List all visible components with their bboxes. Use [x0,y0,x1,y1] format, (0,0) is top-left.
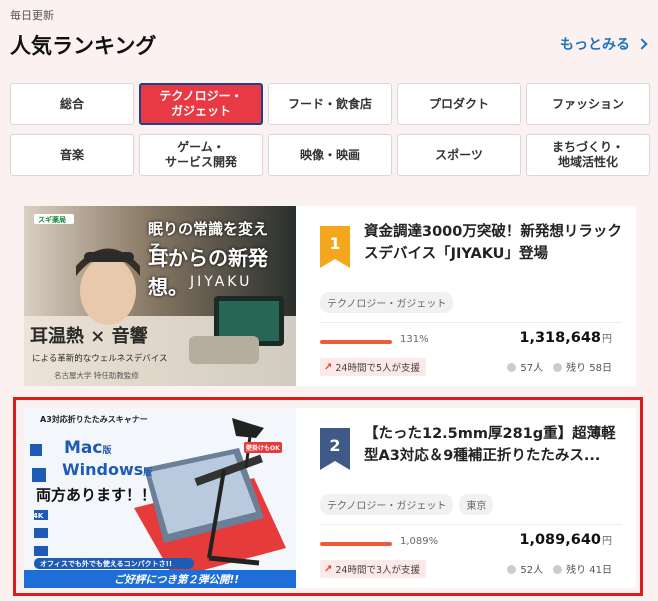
divider [320,524,622,525]
category-tab-game[interactable]: ゲーム・ サービス開発 [139,134,263,176]
banner-both: 両方あります！！ [36,486,157,504]
category-tab-product[interactable]: プロダクト [397,83,521,125]
banner-headline-2: 耳からの新発想。 [148,246,268,299]
funding-amount-1: 1,318,648円 [519,330,612,346]
project-title-1[interactable]: 資金調達3000万突破！新発想リラックスデバイス「JIYAKU」登場 [364,222,622,266]
trend-up-icon: ↗ [324,563,333,575]
category-tab-technology[interactable]: テクノロジー・ ガジェット [139,83,263,125]
project-thumbnail-2[interactable]: A3対応折りたたみスキャナー Mac版 Windows版 両方あります！！ 4K… [24,408,296,588]
category-grid: 総合 テクノロジー・ ガジェット フード・飲食店 プロダクト ファッション 音楽… [10,83,651,176]
category-tab-community[interactable]: まちづくり・ 地域活性化 [526,134,650,176]
trend-badge-1: ↗ 24時間で5人が支援 [320,358,427,376]
project-info-2: 2 【たった12.5mm厚281g重】超薄軽型A3対応＆9種補正折りたたみス..… [320,408,622,588]
tag-technology[interactable]: テクノロジー・ガジェット [320,292,454,313]
see-more-label: もっとみる [560,37,630,53]
remaining-days-2: 残り 41日 [553,561,612,576]
tag-tokyo[interactable]: 東京 [459,494,494,515]
category-tab-overall[interactable]: 総合 [10,83,134,125]
clock-icon [553,565,563,574]
funding-amount-2: 1,089,640円 [519,532,612,548]
trend-badge-2: ↗ 24時間で3人が支援 [320,560,427,578]
chevron-right-icon [636,38,648,50]
supporters-count-1: 57人 [507,359,543,374]
divider [320,322,622,323]
category-tab-music[interactable]: 音楽 [10,134,134,176]
see-more-link[interactable]: もっとみる [560,34,648,54]
project-meta-2: 52人 残り 41日 [507,561,612,576]
banner-sub: による革新的なウェルネスデバイス [32,354,168,364]
category-tab-sports[interactable]: スポーツ [397,134,521,176]
supporters-count-2: 52人 [507,561,543,576]
clock-icon [553,363,563,372]
banner-windows: Windows版 [62,460,153,479]
remaining-days-1: 残り 58日 [553,359,612,374]
funding-percent-1: 131% [400,334,429,345]
banner-credit: 名古屋大学 特任助教監修 [54,371,139,380]
banner-wall-ok: 壁掛けもOK [244,442,282,453]
rank-number-1: 1 [329,234,341,253]
project-tags-1: テクノロジー・ガジェット [320,292,454,313]
daily-update-label: 毎日更新 [10,9,54,22]
banner-top: A3対応折りたたみスキャナー [40,415,148,424]
banner-bottom: ご好評につき第２弾公開!! [114,574,240,586]
banner-brand: JIYAKU [190,274,253,290]
project-meta-1: 57人 残り 58日 [507,359,612,374]
banner-mac: Mac版 [64,438,112,458]
ranking-title: 人気ランキング [10,34,157,58]
funding-progress-bar-1 [320,340,392,344]
funding-percent-2: 1,089% [400,536,439,547]
category-tab-fashion[interactable]: ファッション [526,83,650,125]
banner-feature: 耳温熱 × 音響 [30,326,148,347]
category-tab-food[interactable]: フード・飲食店 [268,83,392,125]
rank-number-2: 2 [329,436,341,455]
user-icon [507,565,517,574]
banner-office: オフィスでも外でも使えるコンパクトさ!! [40,560,173,568]
tag-technology[interactable]: テクノロジー・ガジェット [320,494,454,515]
rank-badge-2: 2 [320,428,350,470]
user-icon [507,363,517,372]
banner-4k-badge: 4K [33,512,44,520]
trend-up-icon: ↗ [324,361,333,373]
funding-progress-bar-2 [320,542,392,546]
banner-store: スギ薬局 [38,216,66,224]
project-card-1[interactable]: スギ薬局 眠りの常識を変える、 耳からの新発想。 JIYAKU 耳温熱 × 音響… [24,206,636,386]
project-tags-2: テクノロジー・ガジェット 東京 [320,494,494,515]
project-title-2[interactable]: 【たった12.5mm厚281g重】超薄軽型A3対応＆9種補正折りたたみス... [364,424,622,468]
project-card-2[interactable]: A3対応折りたたみスキャナー Mac版 Windows版 両方あります！！ 4K… [24,408,636,588]
project-thumbnail-1[interactable]: スギ薬局 眠りの常識を変える、 耳からの新発想。 JIYAKU 耳温熱 × 音響… [24,206,296,386]
category-tab-film[interactable]: 映像・映画 [268,134,392,176]
rank-badge-1: 1 [320,226,350,268]
project-info-1: 1 資金調達3000万突破！新発想リラックスデバイス「JIYAKU」登場 テクノ… [320,206,622,386]
